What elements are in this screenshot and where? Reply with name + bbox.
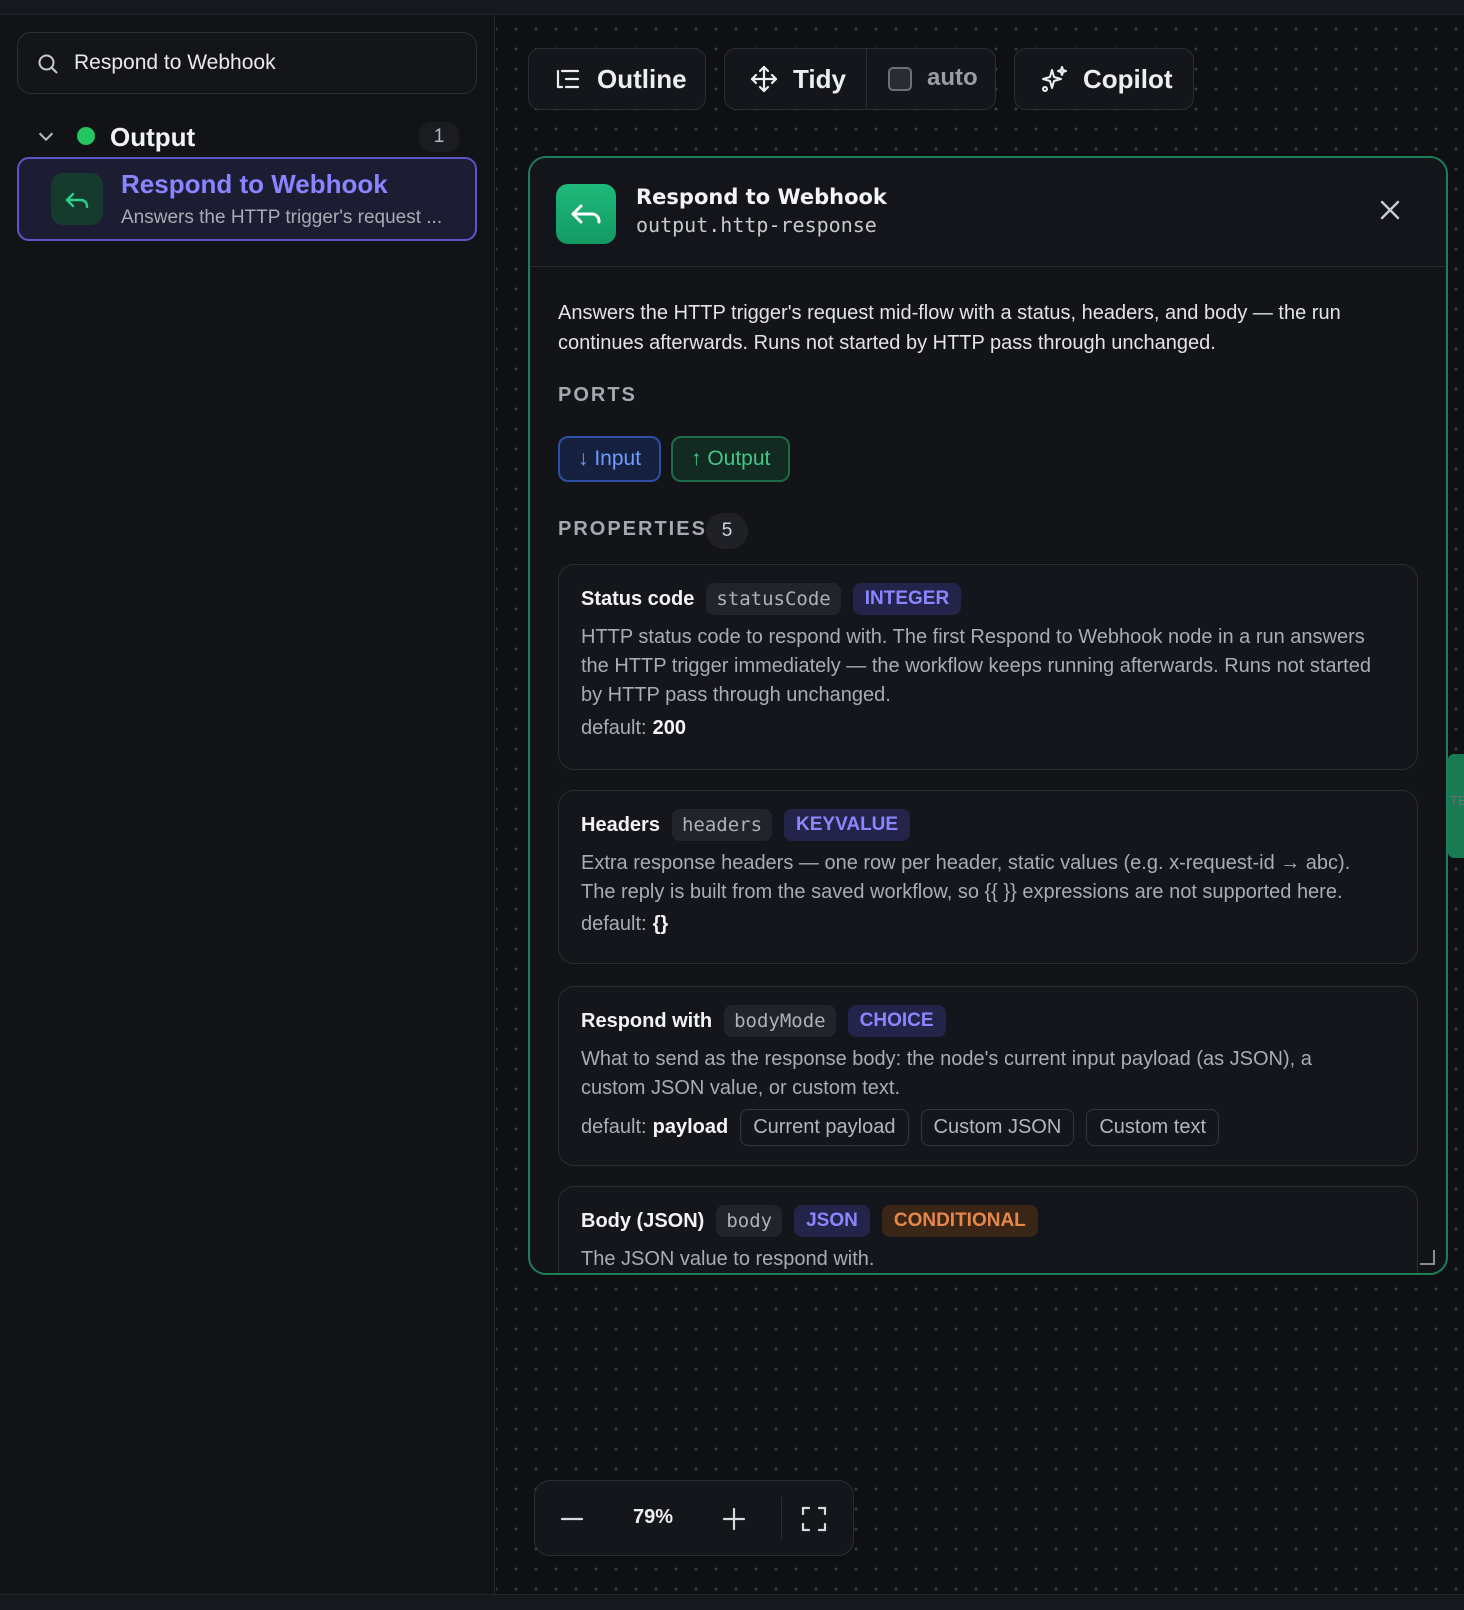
node-edge-label: TE (1450, 793, 1464, 808)
node-detail-panel: Respond to Webhook output.http-response … (528, 156, 1448, 1275)
divider (866, 49, 867, 109)
properties-heading: PROPERTIES (558, 518, 707, 540)
conditional-badge: CONDITIONAL (881, 1205, 1038, 1237)
node-item-title: Respond to Webhook (121, 169, 388, 199)
resize-handle-icon[interactable] (1418, 1248, 1436, 1266)
node-item-respond-to-webhook[interactable]: Respond to Webhook Answers the HTTP trig… (17, 157, 477, 241)
property-type-badge: INTEGER (852, 583, 962, 615)
choice-option: Custom text (1086, 1109, 1220, 1146)
fit-view-icon[interactable] (797, 1502, 831, 1536)
default-value: {} (652, 913, 669, 935)
choice-option: Custom JSON (920, 1109, 1075, 1146)
reply-icon (556, 184, 616, 244)
outline-label: Outline (597, 63, 687, 94)
property-card: Status code statusCode INTEGER HTTP stat… (558, 564, 1418, 770)
outline-icon (556, 69, 580, 89)
property-key: bodyMode (724, 1005, 836, 1037)
default-value: payload (652, 1116, 729, 1138)
property-name: Headers (581, 813, 660, 836)
chevron-down-icon[interactable] (35, 125, 57, 147)
port-input: ↓ Input (558, 436, 662, 482)
property-key: body (716, 1205, 783, 1237)
choice-option: Current payload (740, 1109, 909, 1146)
property-description: The JSON value to respond with. (581, 1248, 875, 1270)
property-default: default: 200 (581, 717, 686, 740)
sparkles-icon (1042, 66, 1067, 92)
tidy-button[interactable]: Tidy (793, 64, 846, 95)
top-bar (0, 0, 1464, 15)
node-item-desc: Answers the HTTP trigger's request ... (121, 207, 443, 228)
properties-count-badge: 5 (706, 513, 748, 549)
property-card: Body (JSON) body JSON CONDITIONAL The JS… (558, 1186, 1418, 1273)
auto-checkbox[interactable] (888, 67, 912, 91)
bottom-bar (0, 1594, 1464, 1610)
port-output: ↑ Output (671, 436, 791, 482)
property-type-badge: JSON (794, 1205, 870, 1237)
zoom-in-icon[interactable] (717, 1502, 751, 1536)
panel-title: Respond to Webhook (636, 185, 887, 209)
property-description: HTTP status code to respond with. The fi… (581, 626, 1371, 706)
property-type-badge: KEYVALUE (784, 809, 911, 841)
divider (781, 1497, 782, 1539)
zoom-level: 79% (632, 1506, 674, 1528)
copilot-label: Copilot (1083, 63, 1173, 94)
group-count-badge: 1 (419, 122, 459, 152)
panel-node-type: output.http-response (636, 213, 877, 237)
property-name: Status code (581, 587, 695, 610)
search-input[interactable]: Respond to Webhook (17, 32, 477, 94)
property-default: default: {} (581, 913, 668, 936)
default-value: 200 (652, 717, 686, 739)
close-icon[interactable] (1375, 195, 1405, 225)
property-card: Headers headers KEYVALUE Extra response … (558, 790, 1418, 964)
property-name: Respond with (581, 1009, 713, 1032)
property-description: What to send as the response body: the n… (581, 1048, 1312, 1099)
property-key: statusCode (706, 583, 841, 615)
category-dot (77, 127, 95, 145)
search-value: Respond to Webhook (74, 51, 276, 74)
zoom-controls: 79% (534, 1480, 854, 1556)
panel-description: Answers the HTTP trigger's request mid-f… (558, 302, 1341, 354)
outline-button[interactable]: Outline (528, 48, 706, 110)
default-label: default: (581, 717, 647, 739)
node-library-sidebar: Respond to Webhook Output 1 Respond to W… (0, 15, 495, 1594)
copilot-button[interactable]: Copilot (1014, 48, 1194, 110)
move-arrows-icon[interactable] (749, 64, 779, 94)
search-icon (38, 54, 58, 74)
group-label: Output (110, 122, 196, 152)
tidy-group: Tidy auto (724, 48, 996, 110)
property-description: Extra response headers — one row per hea… (581, 852, 1351, 903)
panel-header: Respond to Webhook output.http-response (530, 158, 1446, 267)
reply-icon (51, 173, 103, 225)
auto-label: auto (927, 64, 978, 91)
default-label: default: (581, 1116, 647, 1138)
zoom-out-icon[interactable] (555, 1502, 589, 1536)
property-default: default: payload Current payload Custom … (581, 1109, 1220, 1146)
property-type-badge: CHOICE (847, 1005, 946, 1037)
property-card: Respond with bodyMode CHOICE What to sen… (558, 986, 1418, 1166)
group-output-header[interactable]: Output 1 (17, 115, 477, 159)
property-name: Body (JSON) (581, 1209, 705, 1232)
property-key: headers (671, 809, 773, 841)
ports-heading: PORTS (558, 384, 637, 406)
default-label: default: (581, 913, 647, 935)
